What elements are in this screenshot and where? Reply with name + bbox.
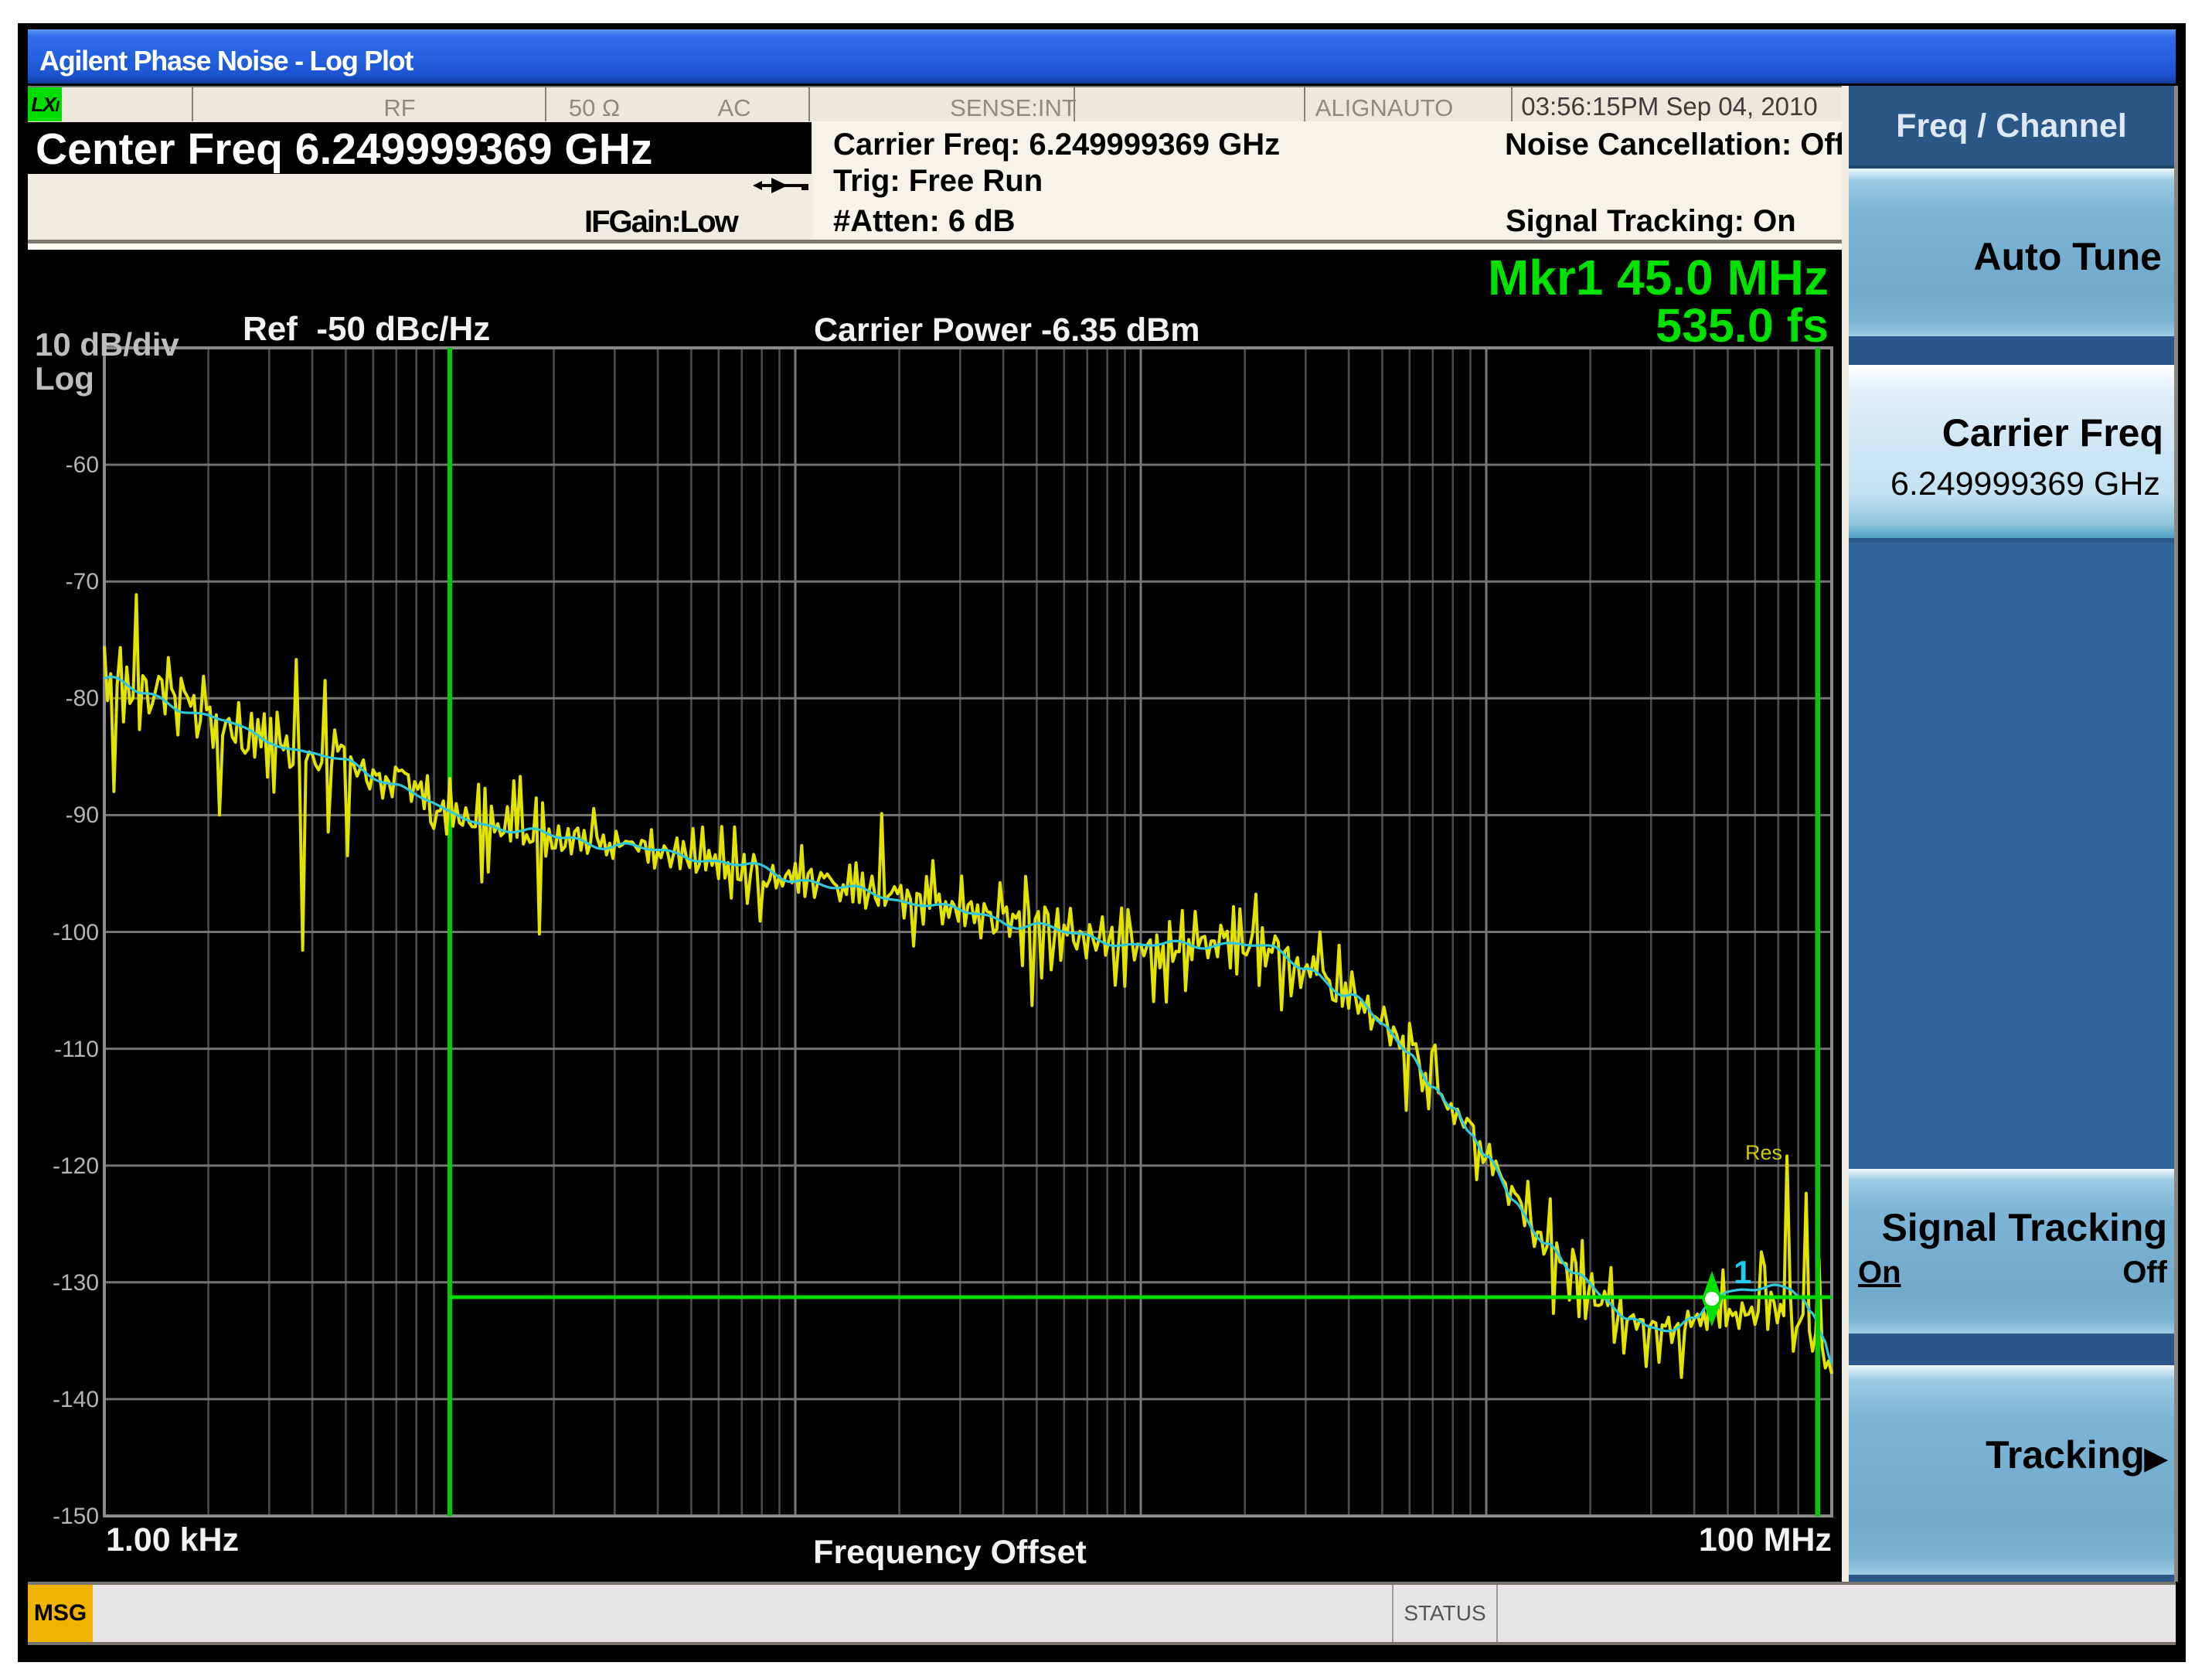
svg-text:-80: -80: [66, 686, 99, 711]
svg-text:Frequency Offset: Frequency Offset: [813, 1534, 1087, 1571]
svg-text:-100: -100: [53, 920, 99, 945]
svg-text:100 MHz: 100 MHz: [1699, 1521, 1832, 1558]
svg-text:1.00 kHz: 1.00 kHz: [106, 1521, 239, 1558]
svg-text:Res: Res: [1745, 1141, 1782, 1164]
svg-text:Log: Log: [35, 360, 94, 397]
svg-text:-60: -60: [66, 452, 99, 478]
svg-text:535.0 fs: 535.0 fs: [1656, 299, 1829, 352]
svg-text:-140: -140: [53, 1387, 99, 1412]
svg-text:Mkr1 45.0 MHz: Mkr1 45.0 MHz: [1488, 250, 1829, 305]
svg-text:-90: -90: [66, 802, 99, 828]
svg-text:1: 1: [1734, 1254, 1751, 1290]
svg-text:-130: -130: [53, 1270, 99, 1296]
svg-text:Ref -50 dBc/Hz: Ref -50 dBc/Hz: [243, 310, 490, 348]
svg-text:-150: -150: [53, 1504, 99, 1529]
svg-text:-120: -120: [53, 1153, 99, 1179]
svg-text:-70: -70: [66, 569, 99, 594]
svg-text:Carrier Power -6.35 dBm: Carrier Power -6.35 dBm: [814, 312, 1200, 349]
svg-text:-110: -110: [54, 1037, 99, 1062]
svg-text:10 dB/div: 10 dB/div: [35, 326, 179, 363]
